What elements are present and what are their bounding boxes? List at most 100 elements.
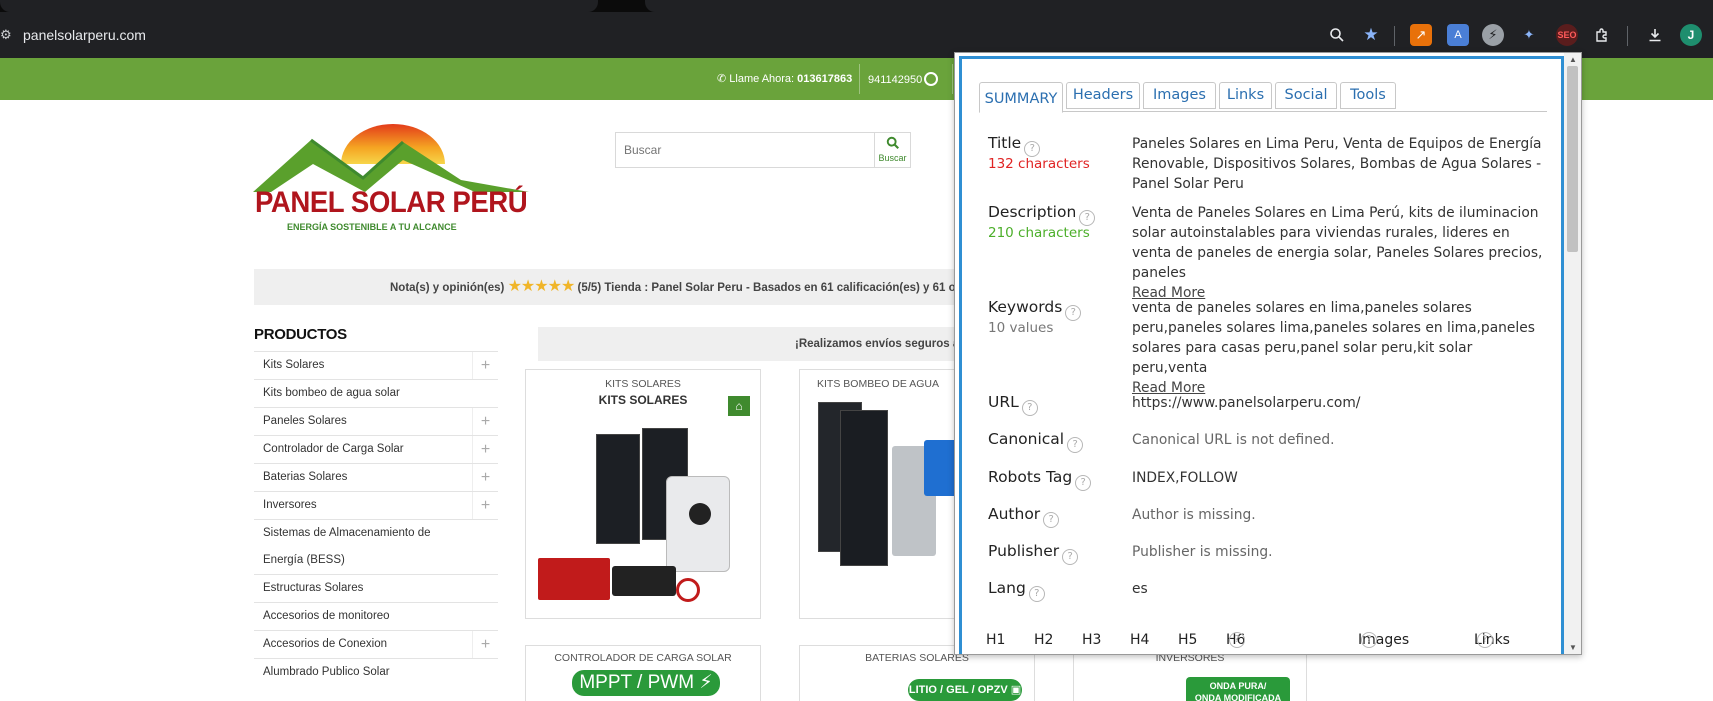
category-item[interactable]: Accesorios de monitoreo (254, 602, 498, 630)
seo-extension-icon[interactable]: SEO (1556, 24, 1578, 46)
expand-plus-icon[interactable]: + (472, 436, 498, 463)
card-title: KITS BOMBEO DE AGUA (817, 378, 939, 390)
products-heading: PRODUCTOS (254, 326, 347, 343)
help-icon[interactable]: ? (1024, 141, 1041, 157)
mppt-pwm-badge: MPPT / PWM ⚡ (572, 670, 720, 696)
category-item[interactable]: Kits bombeo de agua solar (254, 379, 498, 407)
description-char-count: 210 characters (988, 225, 1090, 241)
expand-plus-icon[interactable]: + (472, 631, 498, 658)
search-button[interactable]: Buscar (874, 133, 910, 167)
help-icon[interactable]: ? (1067, 437, 1084, 453)
tab-strip (0, 0, 1713, 12)
call-label: Llame Ahora: (729, 73, 795, 85)
battery-image (612, 566, 676, 596)
author-label: Author? (988, 505, 1060, 528)
battery-image (538, 558, 610, 600)
translate-icon[interactable]: A (1447, 24, 1469, 46)
expand-plus-icon[interactable]: + (472, 492, 498, 519)
divider (952, 64, 953, 94)
search-input[interactable] (616, 133, 911, 167)
card-title: KITS SOLARES (605, 378, 681, 390)
keywords-label: Keywords? (988, 298, 1082, 321)
solar-panel-image (596, 434, 640, 544)
store-rating: Nota(s) y opinión(es) ★★★★★ (5/5) Tienda… (254, 269, 954, 305)
help-icon[interactable]: ? (1229, 632, 1245, 648)
puzzle-icon[interactable] (1591, 24, 1613, 46)
toolbar-divider (1627, 26, 1628, 46)
wave-type-badge: ONDA PURA/ ONDA MODIFICADA (1186, 677, 1290, 701)
tab-headers[interactable]: Headers (1066, 82, 1140, 109)
browser-tab[interactable] (0, 0, 598, 12)
expand-plus-icon[interactable]: + (472, 352, 498, 379)
bug-icon[interactable]: ✦ (1518, 24, 1540, 46)
title-value: Paneles Solares en Lima Peru, Venta de E… (1132, 136, 1542, 192)
logo-wordmark: PANEL SOLAR PERÚ (255, 186, 528, 219)
tab-social[interactable]: Social (1275, 82, 1337, 109)
help-icon[interactable]: ? (1075, 475, 1092, 491)
seo-panel: SUMMARY Headers Images Links Social Tools Tit… (959, 56, 1564, 654)
zoom-icon[interactable] (1326, 24, 1348, 46)
scrollbar-thumb[interactable] (1567, 66, 1578, 252)
download-icon[interactable] (1644, 24, 1666, 46)
help-icon[interactable]: ? (1065, 305, 1082, 321)
call-now[interactable]: ✆ Llame Ahora: 013617863 (717, 72, 852, 85)
seo-tab-bar: SUMMARY Headers Images Links Social Tools (979, 82, 1547, 113)
help-icon[interactable]: ? (1361, 632, 1377, 648)
browser-tab-active[interactable] (645, 0, 1713, 12)
cable-image (676, 578, 700, 602)
address-bar[interactable]: panelsolarperu.com (23, 26, 146, 44)
scroll-down-icon[interactable]: ▼ (1569, 643, 1577, 652)
category-item[interactable]: Sistemas de Almacenamiento de Energía (B… (254, 519, 498, 574)
divider (859, 64, 860, 94)
category-item[interactable]: Accesorios de Conexion + (254, 630, 498, 658)
category-label: Accesorios de monitoreo (263, 610, 390, 622)
category-item[interactable]: Estructuras Solares (254, 574, 498, 602)
expand-plus-icon[interactable]: + (472, 408, 498, 435)
help-icon[interactable]: ? (1043, 512, 1060, 528)
category-item[interactable]: Baterias Solares + (254, 463, 498, 491)
star-icon[interactable]: ★ (1360, 24, 1382, 46)
category-item[interactable]: Controlador de Carga Solar + (254, 435, 498, 463)
tab-summary[interactable]: SUMMARY (979, 82, 1063, 113)
help-icon[interactable]: ? (1028, 586, 1045, 602)
expand-plus-icon[interactable]: + (472, 464, 498, 491)
call-number: 013617863 (797, 73, 853, 85)
logo-tagline: ENERGÍA SOSTENIBLE A TU ALCANCE (287, 222, 457, 232)
chart-extension-icon[interactable]: ↗ (1410, 24, 1432, 46)
help-icon[interactable]: ? (1021, 400, 1038, 416)
charge-controller-image (924, 440, 956, 496)
tab-tools[interactable]: Tools (1340, 82, 1396, 109)
profile-avatar[interactable]: J (1680, 24, 1702, 46)
product-card-kits-bombeo[interactable]: KITS BOMBEO DE AGUA (799, 369, 957, 619)
lightning-icon[interactable]: ⚡ (1482, 24, 1504, 46)
help-icon[interactable]: ? (1062, 549, 1079, 565)
category-label: Kits Solares (263, 359, 325, 371)
url-value[interactable]: https://www.panelsolarperu.com/ (1132, 393, 1544, 413)
site-search: Buscar (615, 132, 911, 168)
site-logo[interactable]: PANEL SOLAR PERÚ ENERGÍA SOSTENIBLE A TU… (253, 120, 529, 235)
category-item[interactable]: Paneles Solares + (254, 407, 498, 435)
category-item[interactable]: Inversores + (254, 491, 498, 519)
help-icon[interactable]: ? (1079, 210, 1096, 226)
category-list: Kits Solares + Kits bombeo de agua solar Pa… (254, 351, 498, 686)
help-icon[interactable]: ? (1477, 632, 1493, 648)
popup-scrollbar[interactable]: ▲ ▼ (1564, 53, 1581, 654)
category-label: Baterias Solares (263, 471, 348, 483)
site-info-icon[interactable]: ⚙ (0, 26, 14, 44)
scroll-up-icon[interactable]: ▲ (1569, 55, 1577, 64)
category-item[interactable]: Alumbrado Publico Solar (254, 658, 498, 686)
rating-prefix: Nota(s) y opinión(es) (390, 282, 505, 294)
whatsapp-number: 941142950 (868, 74, 923, 86)
tab-links[interactable]: Links (1219, 82, 1272, 109)
publisher-value: Publisher is missing. (1132, 544, 1273, 560)
category-item[interactable]: Kits Solares + (254, 351, 498, 379)
product-card-controlador[interactable]: CONTROLADOR DE CARGA SOLAR MPPT / PWM ⚡ (525, 645, 761, 701)
rating-suffix: (5/5) Tienda : Panel Solar Peru - Basado… (577, 282, 955, 294)
tab-images[interactable]: Images (1143, 82, 1216, 109)
product-card-kits-solares[interactable]: KITS SOLARES KITS SOLARES ⌂ (525, 369, 761, 619)
card-title: CONTROLADOR DE CARGA SOLAR (554, 652, 732, 664)
description-label: Description? (988, 203, 1096, 226)
inverter-image (666, 476, 730, 572)
title-label: Title? (988, 134, 1041, 157)
whatsapp-contact[interactable]: 941142950 (868, 72, 939, 86)
